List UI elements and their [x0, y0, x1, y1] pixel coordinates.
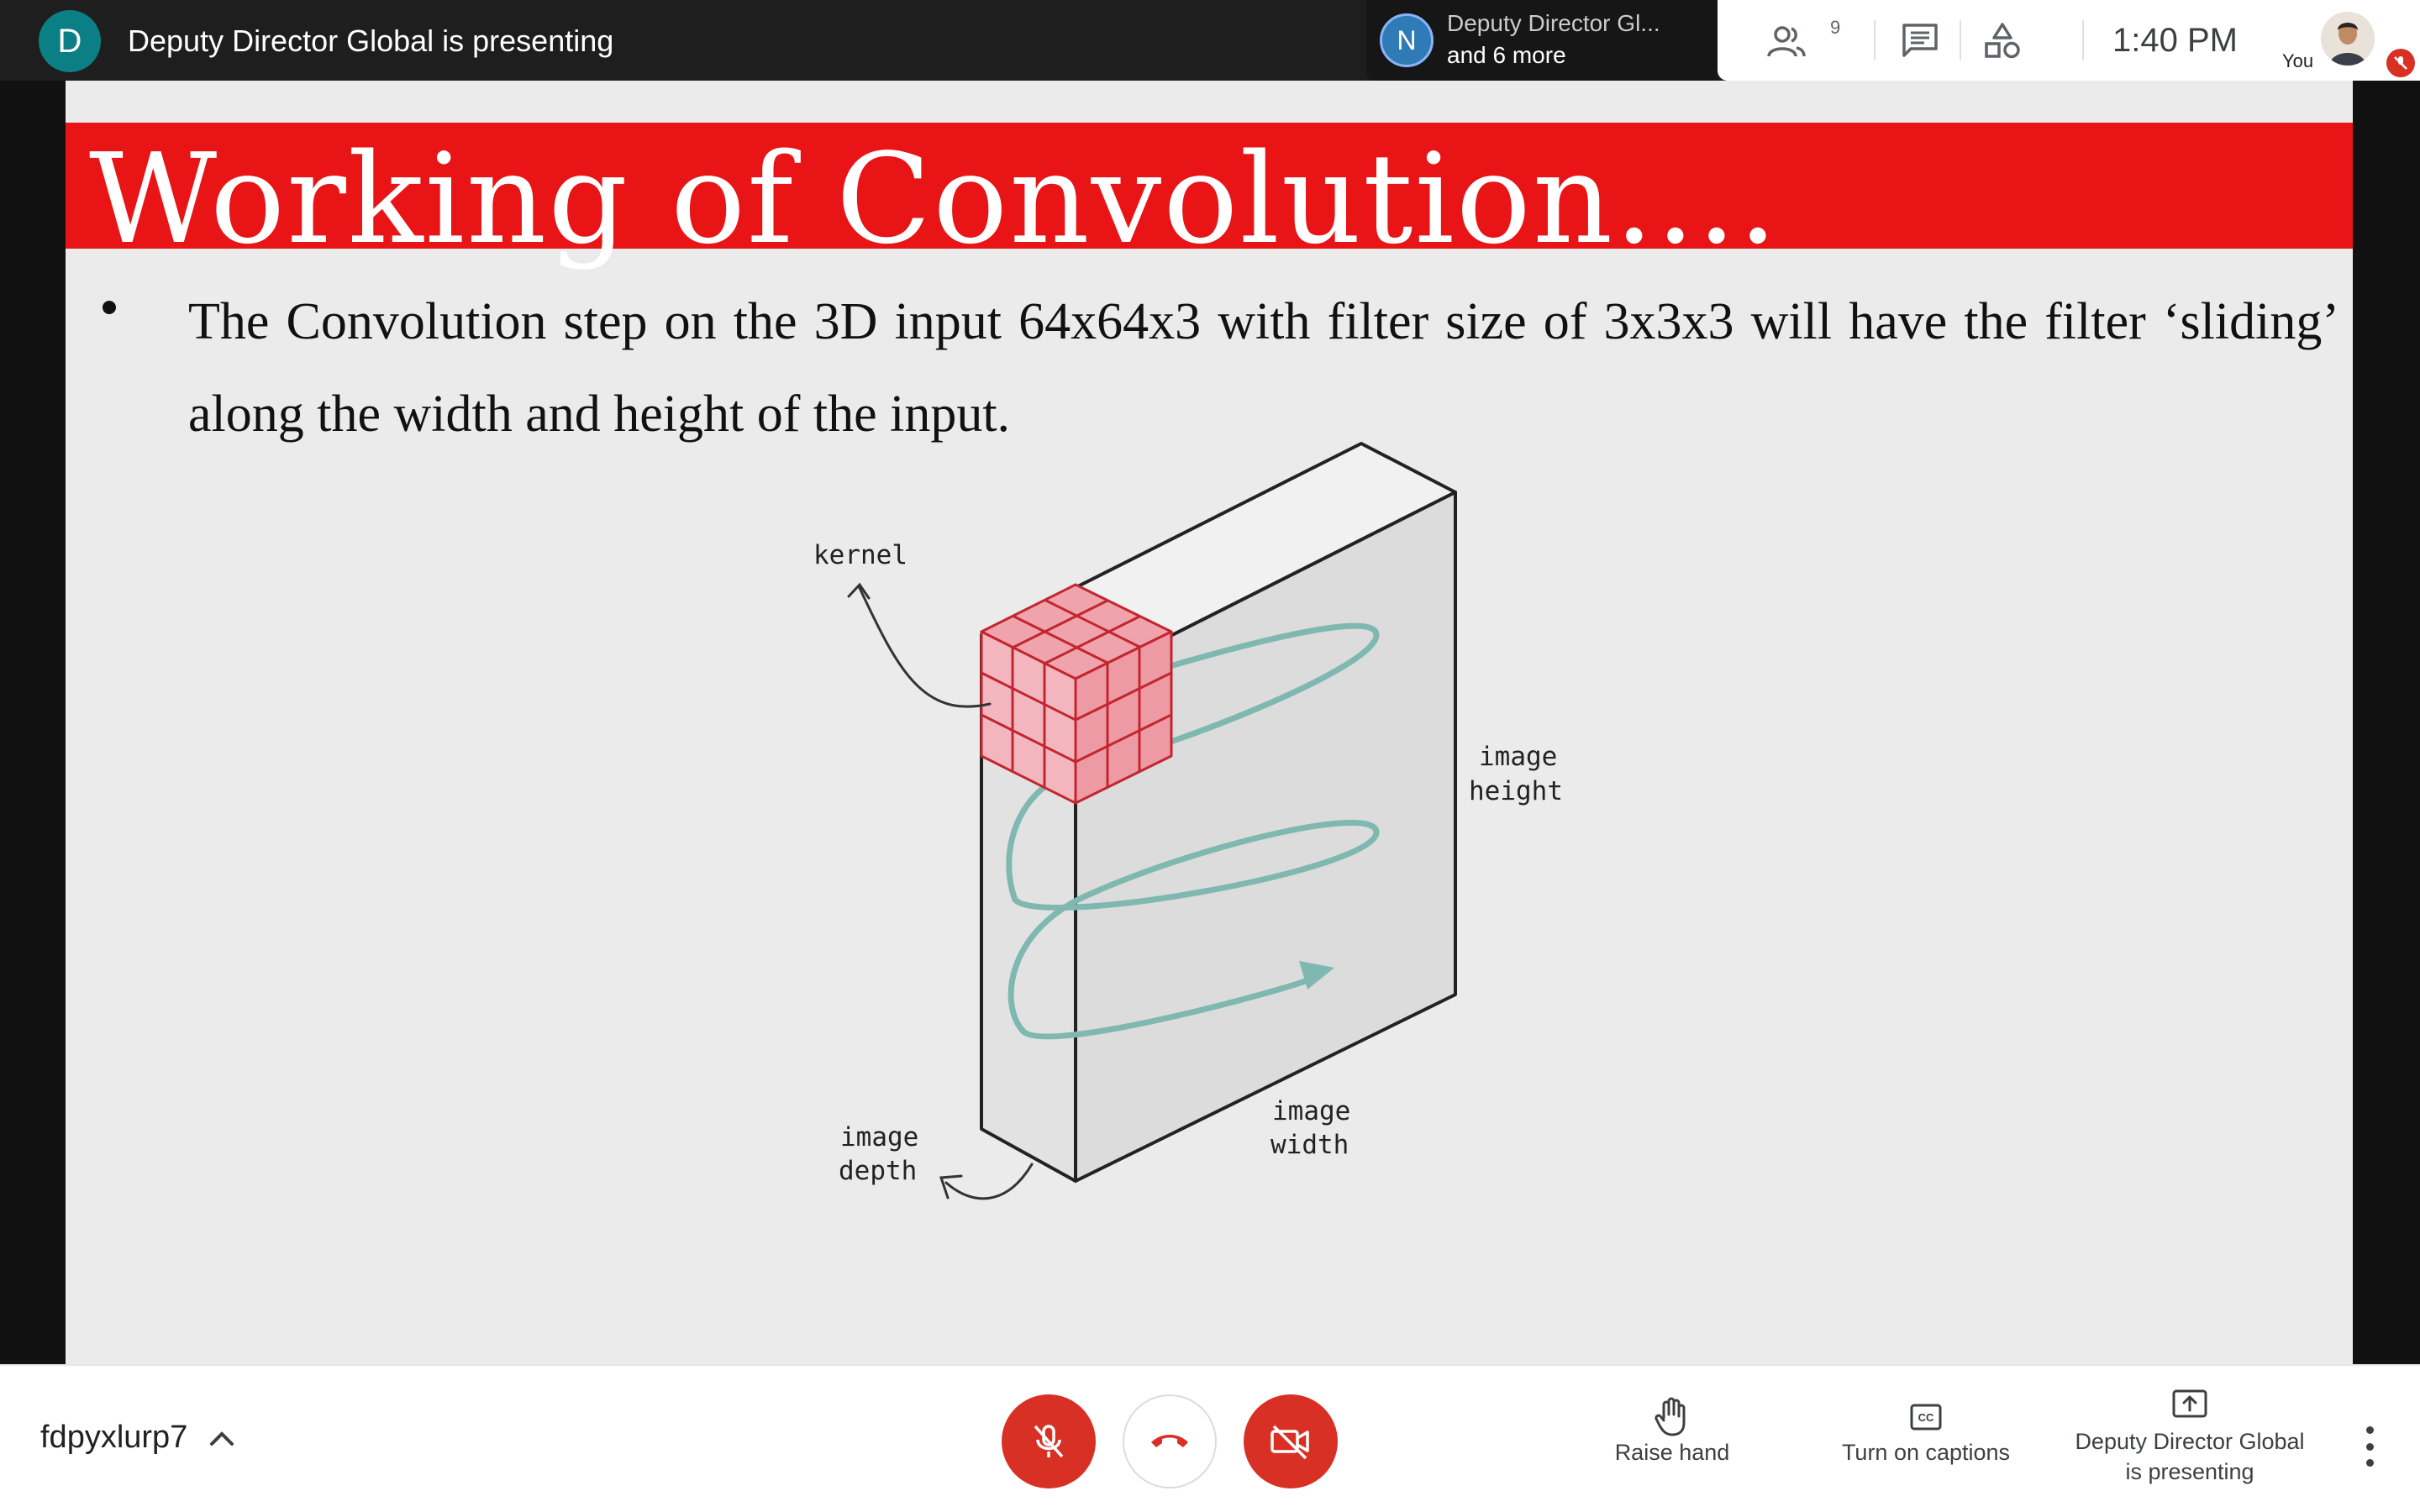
people-button[interactable]: 9 — [1763, 17, 1840, 66]
more-options-button[interactable] — [2353, 1421, 2386, 1472]
captions-button[interactable]: CC Turn on captions — [1832, 1394, 2020, 1466]
divider — [1960, 20, 1961, 60]
top-bar: D Deputy Director Global is presenting N… — [0, 0, 2420, 81]
leave-call-button[interactable] — [1123, 1394, 1217, 1488]
captions-label: Turn on captions — [1841, 1440, 2011, 1465]
people-icon — [1767, 26, 1806, 57]
mic-off-icon — [1034, 1425, 1064, 1458]
chat-button[interactable] — [1896, 17, 1944, 66]
people-count-badge: 9 — [1830, 17, 1841, 38]
chevron-up-icon — [210, 1431, 234, 1446]
kernel-cube — [980, 583, 1173, 805]
mic-toggle-button[interactable] — [1002, 1394, 1096, 1488]
present-label-line-2: is presenting — [2125, 1459, 2254, 1484]
meeting-tools-panel: 9 1:40 PM You — [1718, 0, 2420, 81]
meeting-details-toggle[interactable] — [205, 1421, 239, 1455]
raise-hand-label: Raise hand — [1614, 1440, 1730, 1465]
person-photo-icon — [2321, 12, 2375, 66]
participant-avatar: N — [1380, 13, 1434, 67]
self-avatar[interactable] — [2321, 12, 2375, 66]
camera-off-icon — [1270, 1425, 1309, 1460]
clock: 1:40 PM — [2112, 22, 2238, 59]
divider — [2082, 20, 2084, 60]
more-vert-icon — [2365, 1426, 2374, 1434]
present-now-button[interactable]: Deputy Director Global is presenting — [2064, 1381, 2316, 1487]
closed-captions-icon: CC — [1910, 1404, 1942, 1431]
camera-toggle-button[interactable] — [1244, 1394, 1338, 1488]
activities-icon — [1985, 23, 2020, 59]
presentation-slide: Working of Convolution.... The Convoluti… — [66, 81, 2353, 1364]
raise-hand-button[interactable]: Raise hand — [1605, 1394, 1739, 1466]
meeting-code[interactable]: fdpyxlurp7 — [40, 1420, 187, 1456]
image-height-label-1: image — [1479, 742, 1557, 772]
mic-off-icon — [2386, 49, 2415, 77]
more-vert-dot — [2365, 1442, 2374, 1451]
end-call-icon — [1151, 1435, 1188, 1447]
you-label: You — [2282, 50, 2314, 71]
present-screen-icon — [2172, 1389, 2207, 1418]
image-depth-label-1: image — [840, 1122, 918, 1152]
image-width-label-1: image — [1272, 1096, 1350, 1126]
participant-more: and 6 more — [1447, 42, 1566, 68]
present-label-line-1: Deputy Director Global — [2075, 1429, 2305, 1454]
participant-chip[interactable]: N Deputy Director Gl... and 6 more — [1366, 0, 1718, 81]
presenter-avatar: D — [39, 10, 101, 72]
svg-text:CC: CC — [1918, 1411, 1934, 1424]
participant-name: Deputy Director Gl... — [1447, 10, 1660, 36]
presenting-title: Deputy Director Global is presenting — [128, 24, 614, 58]
bottom-bar: fdpyxlurp7 Raise hand CC Turn on caption… — [0, 1364, 2420, 1512]
convolution-diagram: kernel image height image width image de… — [813, 442, 1563, 1200]
more-vert-dot — [2365, 1459, 2374, 1467]
hand-icon — [1655, 1397, 1686, 1436]
image-width-label-2: width — [1270, 1130, 1349, 1160]
activities-button[interactable] — [1978, 17, 2027, 66]
kernel-label: kernel — [813, 540, 908, 570]
divider — [1874, 20, 1876, 60]
chat-icon — [1902, 24, 1938, 57]
image-depth-label-2: depth — [839, 1156, 917, 1186]
image-height-label-2: height — [1469, 776, 1563, 806]
